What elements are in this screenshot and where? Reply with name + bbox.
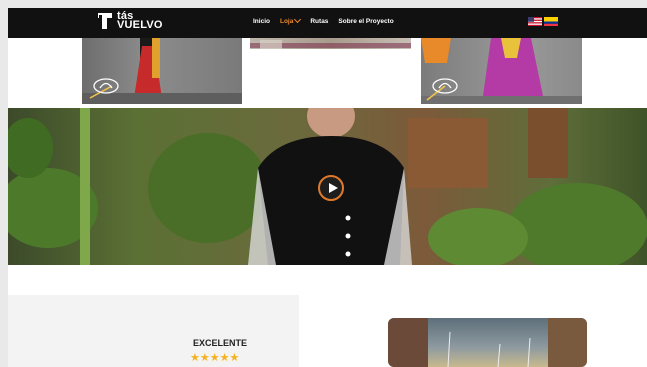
play-button[interactable] [318, 175, 344, 201]
chevron-down-icon [294, 15, 302, 24]
ecuador-flag-icon[interactable] [544, 17, 558, 26]
top-navbar: tás VUELVO Inicio Loja Rutas Sobre el Pr… [8, 8, 647, 38]
rating-stars: ★★★★★ [190, 352, 240, 364]
destination-photo-card[interactable] [388, 318, 587, 367]
language-switcher [528, 17, 558, 26]
hero-video[interactable] [8, 108, 647, 265]
review-card [8, 295, 299, 367]
nav-sobre-el-proyecto[interactable]: Sobre el Proyecto [338, 18, 393, 25]
main-nav: Inicio Loja Rutas Sobre el Proyecto [253, 15, 394, 25]
us-flag-icon[interactable] [528, 17, 542, 26]
nav-rutas[interactable]: Rutas [310, 18, 328, 25]
nav-loja[interactable]: Loja [279, 15, 302, 25]
gallery-photo-dancer-purple[interactable] [421, 38, 582, 104]
logo-mark-icon [98, 13, 112, 29]
brand-line2: VUELVO [117, 19, 163, 31]
brand-wordmark: tás VUELVO [117, 11, 163, 31]
rating-label: EXCELENTE [193, 338, 248, 348]
nav-loja-label: Loja [279, 18, 294, 25]
nav-inicio[interactable]: Inicio [253, 18, 270, 25]
wind-farm-photo [388, 318, 587, 367]
play-icon [329, 183, 338, 193]
gallery-photo-textile[interactable] [250, 38, 411, 49]
brand-logo[interactable]: tás VUELVO [98, 11, 163, 31]
textile-illustration [250, 40, 411, 49]
brand-watermark-icon-2 [432, 78, 458, 94]
gallery-photo-dancer-red[interactable] [82, 38, 242, 104]
brand-watermark-icon [93, 78, 119, 94]
page: tás VUELVO Inicio Loja Rutas Sobre el Pr… [8, 8, 647, 367]
